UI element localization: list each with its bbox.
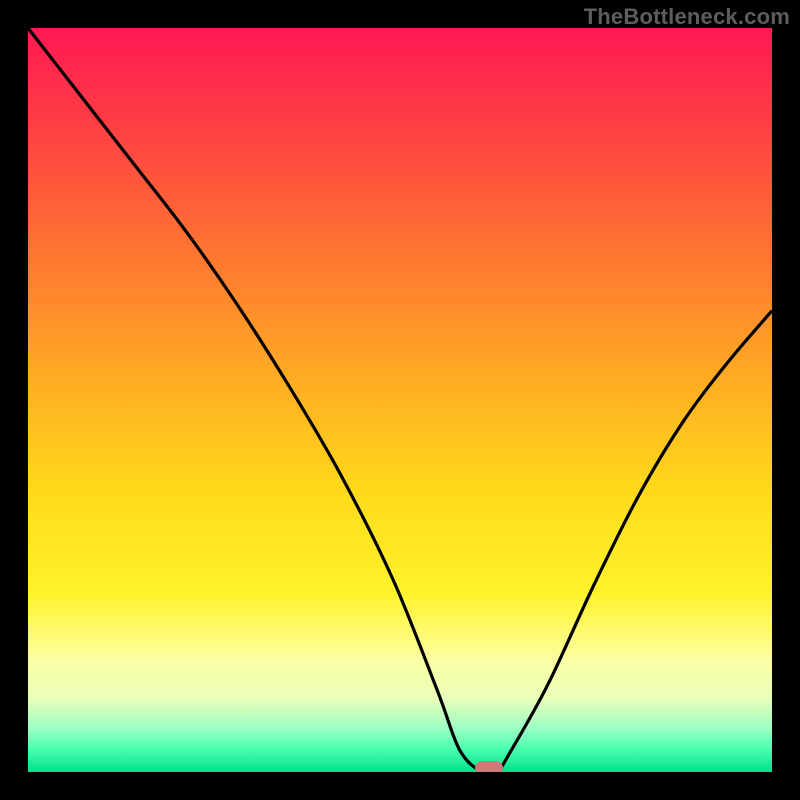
watermark-text: TheBottleneck.com — [584, 4, 790, 30]
chart-frame: TheBottleneck.com — [0, 0, 800, 800]
bottleneck-curve — [28, 28, 772, 772]
optimal-point-marker — [475, 761, 503, 772]
curve-path — [28, 28, 772, 772]
plot-area — [28, 28, 772, 772]
